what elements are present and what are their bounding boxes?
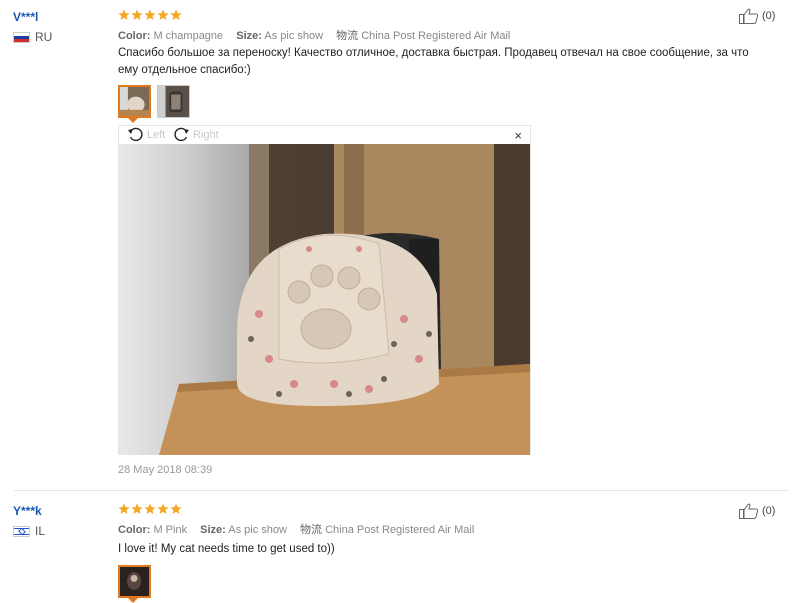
size-value: As pic show: [228, 524, 287, 536]
rotate-right-icon: [174, 127, 189, 142]
order-info: Color: M Pink Size: As pic show 物流 China…: [118, 521, 484, 537]
photo-viewer-toolbar: Left Right ×: [119, 126, 530, 144]
pet-carrier-photo: [119, 144, 530, 455]
shipping-value: China Post Registered Air Mail: [325, 524, 475, 536]
active-thumbnail-indicator: [128, 598, 138, 603]
size-label: Size:: [236, 30, 262, 42]
star-icon: [157, 9, 169, 20]
reviewer-name[interactable]: V***l: [13, 10, 38, 24]
star-icon: [118, 9, 130, 20]
country-code: RU: [35, 30, 53, 44]
review-photo-thumbnail[interactable]: [118, 85, 151, 118]
star-icon: [157, 503, 169, 514]
thumbnail-image: [158, 86, 189, 117]
shipping-label: 物流: [300, 524, 323, 536]
country-code: IL: [35, 524, 46, 538]
star-icon: [131, 9, 143, 20]
photo-viewer: Left Right ×: [118, 125, 531, 455]
star-icon: [144, 9, 156, 20]
review-photo: [119, 144, 530, 455]
rotate-left-icon: [128, 127, 143, 142]
rotate-right-button[interactable]: Right: [173, 127, 219, 142]
rating-stars: [118, 503, 182, 515]
color-label: Color:: [118, 524, 151, 536]
star-icon: [118, 503, 130, 514]
rotate-right-label: Right: [193, 128, 219, 141]
order-info: Color: M champagne Size: As pic show 物流 …: [118, 27, 520, 43]
flag-il-icon: [13, 525, 30, 537]
flag-ru-icon: [13, 31, 30, 43]
active-thumbnail-indicator: [128, 118, 138, 123]
review-text: I love it! My cat needs time to get used…: [118, 543, 335, 555]
size-value: As pic show: [264, 30, 324, 42]
reviewer-country: IL: [13, 524, 45, 538]
rotate-left-button[interactable]: Left: [127, 127, 165, 142]
helpful-button[interactable]: (0): [739, 503, 775, 519]
review-photo-thumbnail[interactable]: [118, 565, 151, 598]
reviewer-country: RU: [13, 30, 52, 44]
review-date: 28 May 2018 08:39: [118, 464, 213, 476]
size-label: Size:: [200, 524, 226, 536]
color-value: M champagne: [153, 30, 224, 42]
shipping-label: 物流: [336, 30, 359, 42]
review-photo-thumbnail[interactable]: [157, 85, 190, 118]
review-text: Спасибо большое за переноску! Качество о…: [118, 47, 749, 76]
star-icon: [144, 503, 156, 514]
star-icon: [170, 9, 182, 20]
thumbnail-image: [120, 87, 149, 116]
shipping-value: China Post Registered Air Mail: [361, 30, 511, 42]
star-icon: [131, 503, 143, 514]
color-label: Color:: [118, 30, 151, 42]
helpful-button[interactable]: (0): [739, 8, 775, 24]
thumbs-up-icon: [739, 503, 759, 519]
rotate-left-label: Left: [147, 128, 166, 141]
thumbnail-image: [120, 567, 149, 596]
star-icon: [170, 503, 182, 514]
review-item: Y***k IL Color: M Pink Size: As pic show…: [13, 490, 789, 603]
reviewer-name[interactable]: Y***k: [13, 504, 42, 518]
helpful-count: (0): [762, 10, 776, 22]
helpful-count: (0): [762, 505, 776, 517]
review-item: V***l RU Color: M champagne Size: As pic…: [0, 0, 790, 490]
close-icon[interactable]: ×: [514, 128, 522, 143]
thumbs-up-icon: [739, 8, 759, 24]
color-value: M Pink: [153, 524, 188, 536]
rating-stars: [118, 9, 182, 21]
